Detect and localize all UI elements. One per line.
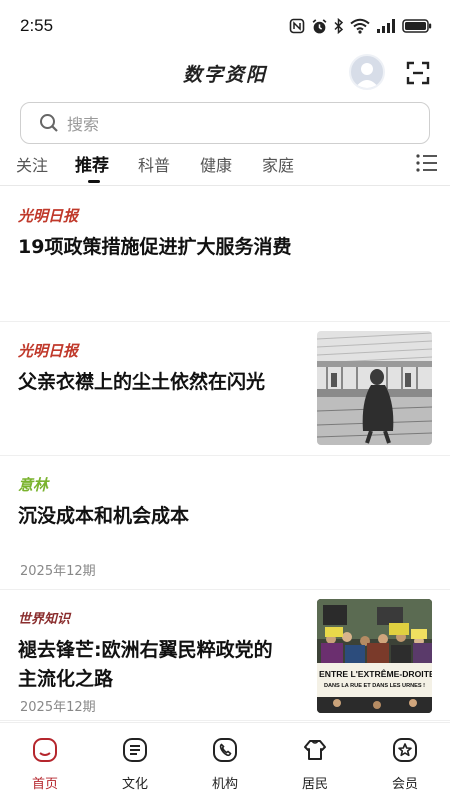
search-bar[interactable]: 搜索 <box>20 102 430 144</box>
battery-icon <box>402 19 432 33</box>
list-item[interactable]: 光明日报 19项政策措施促进扩大服务消费 <box>0 187 450 322</box>
issue-label: 2025年12期 <box>20 700 96 715</box>
source-label: 光明日报 <box>18 207 79 225</box>
tab-institution-label: 机构 <box>211 777 238 792</box>
tab-health[interactable]: 健康 <box>200 152 232 176</box>
source-label: 光明日报 <box>18 342 79 360</box>
scan-button[interactable] <box>405 60 431 86</box>
tab-culture[interactable]: 文化 <box>90 737 180 792</box>
list-item[interactable]: 意林 沉没成本和机会成本 2025年12期 <box>0 456 450 590</box>
alarm-icon <box>312 18 327 33</box>
residents-icon <box>304 740 326 760</box>
article-thumbnail[interactable]: ENTRE L'EXTRÊME-DROITE DANS LA RUE ET DA… <box>317 599 432 713</box>
tab-science[interactable]: 科普 <box>138 152 170 176</box>
protest-photo <box>317 599 432 713</box>
institution-icon <box>213 738 237 762</box>
article-title[interactable]: 父亲衣襟上的尘土依然在闪光 <box>18 368 265 397</box>
tab-home[interactable]: 首页 <box>0 737 90 792</box>
tab-residents-label: 居民 <box>301 777 328 792</box>
tab-member[interactable]: 会员 <box>360 737 450 792</box>
tab-home-label: 首页 <box>31 777 58 792</box>
nfc-icon <box>289 18 305 34</box>
active-tab-indicator <box>88 180 100 183</box>
status-bar: 2:55 <box>0 0 450 52</box>
tab-institution[interactable]: 机构 <box>180 737 270 792</box>
protest-banner-line-1: ENTRE L'EXTRÊME-DROITE <box>319 669 432 679</box>
article-title[interactable]: 沉没成本和机会成本 <box>18 502 189 531</box>
source-logo: 世界知识 <box>18 612 71 627</box>
protest-banner-line-2: DANS LA RUE ET DANS LES URNES ! <box>323 683 426 689</box>
culture-icon <box>123 738 147 762</box>
article-thumbnail[interactable] <box>317 331 432 445</box>
avatar-icon <box>355 63 379 88</box>
article-title-line-2[interactable]: 主流化之路 <box>18 665 113 694</box>
wifi-icon <box>350 18 370 34</box>
signal-icon <box>377 19 395 33</box>
article-title-line-1[interactable]: 褪去锋芒:欧洲右翼民粹政党的 <box>18 636 273 665</box>
tab-recommended[interactable]: 推荐 <box>75 151 109 176</box>
list-menu-icon <box>416 154 437 172</box>
list-item[interactable]: 光明日报 父亲衣襟上的尘土依然在闪光 <box>0 322 450 456</box>
list-item[interactable]: 世界知识 褪去锋芒:欧洲右翼民粹政党的 主流化之路 2025年12期 ENTRE… <box>0 590 450 721</box>
issue-label: 2025年12期 <box>20 564 96 579</box>
tab-member-label: 会员 <box>391 777 418 792</box>
tab-residents[interactable]: 居民 <box>270 737 360 792</box>
article-title[interactable]: 19项政策措施促进扩大服务消费 <box>18 233 291 262</box>
status-time: 2:55 <box>20 16 54 35</box>
bottom-tab-bar: 首页 文化 机构 居民 会员 <box>0 722 450 800</box>
home-icon <box>33 738 57 762</box>
search-icon <box>40 114 58 132</box>
category-tabs: 关注 推荐 科普 健康 家庭 <box>0 148 450 186</box>
tab-follow[interactable]: 关注 <box>16 152 48 176</box>
app-header: 数字资阳 <box>0 52 450 96</box>
sketch-illustration <box>317 331 432 445</box>
scan-icon <box>406 61 430 85</box>
tab-family[interactable]: 家庭 <box>262 152 294 176</box>
avatar[interactable] <box>349 54 385 90</box>
search-input[interactable]: 搜索 <box>67 111 99 135</box>
status-icons <box>289 16 432 36</box>
source-label: 意林 <box>18 476 49 494</box>
tab-culture-label: 文化 <box>121 777 148 792</box>
bluetooth-icon <box>334 18 344 34</box>
news-feed: 光明日报 19项政策措施促进扩大服务消费 光明日报 父亲衣襟上的尘土依然在闪光 <box>0 187 450 721</box>
tab-menu-button[interactable] <box>416 154 438 172</box>
member-icon <box>393 738 417 762</box>
